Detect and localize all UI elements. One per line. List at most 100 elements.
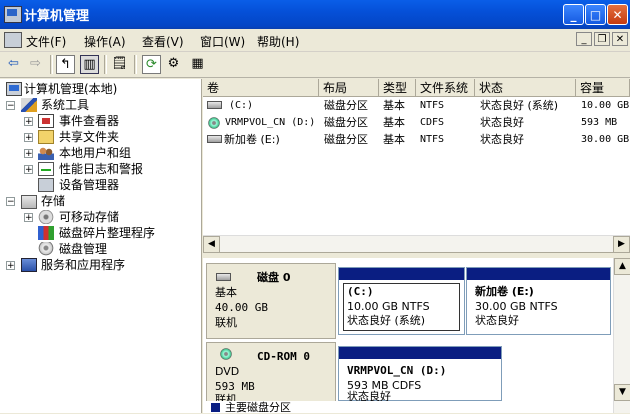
expand-expander[interactable]: + [24,213,33,223]
partition-info: 30.00 GB NTFS [475,300,558,313]
disk-name: 磁盘 0 [257,271,291,284]
volume-status: 状态良好 [480,116,524,129]
partition-color-bar [467,268,610,280]
users-icon [38,146,54,160]
expand-expander[interactable]: + [24,165,33,175]
disk-graphical-view: 磁盘 0 基本 40.00 GB 联机 (C:) 10.00 GB NTFS 状… [203,258,630,413]
refresh-icon[interactable]: ⟳ [142,55,161,74]
tree-item-label: 磁盘管理 [59,242,108,256]
partition-name: VRMPVOL_CN (D:) [347,364,447,377]
shared-folder-icon [38,130,54,144]
vertical-scrollbar[interactable]: ▲ ▼ [613,258,630,413]
disk-kind: 基本 [215,286,237,299]
toolbar-separator [50,55,53,74]
device-manager-icon [38,178,54,192]
partition-d[interactable]: VRMPVOL_CN (D:) 593 MB CDFS 状态良好 [338,346,502,403]
volume-name: VRMPVOL_CN (D:) [225,117,316,128]
partition-e[interactable]: 新加卷 (E:) 30.00 GB NTFS 状态良好 [466,267,611,335]
close-button[interactable]: ✕ [607,4,628,25]
tree-item-label: 本地用户和组 [59,146,132,160]
disk-name: CD-ROM 0 [257,350,310,363]
child-minimize-button[interactable]: _ [576,32,592,46]
scroll-up-icon[interactable]: ▲ [614,258,630,275]
settings-icon[interactable]: ⚙ [164,55,183,74]
tree-item-label: 事件查看器 [59,114,120,128]
tree-item-label: 存储 [41,194,66,208]
disk-state: 联机 [215,316,237,329]
legend-label: 主要磁盘分区 [225,401,291,414]
menu-bar: 文件(F) 操作(A) 查看(V) 窗口(W) 帮助(H) _ ❐ ✕ [0,29,630,52]
volume-filesystem: NTFS [420,100,445,111]
partition-c[interactable]: (C:) 10.00 GB NTFS 状态良好 (系统) [338,267,465,335]
partition-name: (C:) [347,285,374,298]
column-header-type[interactable]: 类型 [379,79,416,97]
expand-expander[interactable]: + [24,133,33,143]
maximize-button[interactable]: □ [585,4,606,25]
hard-drive-icon [207,101,222,109]
expand-expander[interactable]: + [24,117,33,127]
tree-item-label: 系统工具 [41,98,90,112]
disk-size: 40.00 GB [215,301,268,314]
up-level-icon[interactable]: ↰ [56,55,75,74]
minimize-button[interactable]: _ [563,4,584,25]
system-menu-icon[interactable] [4,32,22,48]
volume-status: 状态良好 (系统) [480,99,559,112]
expand-expander[interactable]: + [6,261,15,271]
removable-storage-icon [38,210,54,224]
volume-capacity: 10.00 GB [581,100,630,111]
back-arrow-icon[interactable]: ⇦ [4,55,23,74]
disk-size: 593 MB [215,380,255,393]
tree-item-label: 性能日志和警报 [59,162,144,176]
volume-layout: 磁盘分区 [324,99,368,112]
column-header-status[interactable]: 状态 [475,79,576,97]
show-hide-tree-icon[interactable]: ▥ [80,55,99,74]
disk-0-info[interactable]: 磁盘 0 基本 40.00 GB 联机 [206,263,336,339]
expand-expander[interactable]: + [24,149,33,159]
forward-arrow-icon[interactable]: ⇨ [26,55,45,74]
services-icon [21,258,37,272]
disk-management-icon [38,242,54,256]
tree-item-label: 服务和应用程序 [41,258,126,272]
volume-layout: 磁盘分区 [324,116,368,129]
scroll-right-icon[interactable]: ▶ [613,236,630,253]
horizontal-scrollbar[interactable]: ◀ ▶ [203,235,630,253]
child-close-button[interactable]: ✕ [612,32,628,46]
toolbar-separator [134,55,137,74]
toolbar: ⇦ ⇨ ↰ ▥ 🗒 ⟳ ⚙ ▦ [0,52,630,78]
child-restore-button[interactable]: ❐ [594,32,610,46]
menu-help[interactable]: 帮助(H) [257,33,299,50]
window-title: 计算机管理 [24,9,90,24]
hard-drive-icon [207,135,222,143]
partition-color-bar [339,347,501,359]
menu-window[interactable]: 窗口(W) [200,33,245,50]
title-bar[interactable]: 计算机管理 _ □ ✕ [0,0,630,29]
column-header-capacity[interactable]: 容量 [576,79,630,97]
collapse-expander[interactable]: − [6,101,15,111]
menu-file[interactable]: 文件(F) [26,33,66,50]
computer-management-icon [4,6,22,23]
properties-icon[interactable]: 🗒 [110,55,129,74]
scroll-left-icon[interactable]: ◀ [203,236,220,253]
collapse-expander[interactable]: − [6,197,15,207]
tree-item-label: 磁盘碎片整理程序 [59,226,156,240]
menu-view[interactable]: 查看(V) [142,33,184,50]
volume-capacity: 593 MB [581,117,618,128]
tree-item-label: 可移动存储 [59,210,120,224]
volume-list: 卷 布局 类型 文件系统 状态 容量 (C:) 磁盘分区 基本 NTFS 状态良… [203,79,630,251]
volume-layout: 磁盘分区 [324,133,368,146]
volume-status: 状态良好 [480,133,524,146]
column-header-layout[interactable]: 布局 [319,79,379,97]
column-header-volume[interactable]: 卷 [203,79,319,97]
partition-name: 新加卷 (E:) [475,285,534,298]
cd-drive-icon [207,117,222,130]
export-list-icon[interactable]: ▦ [188,55,207,74]
tools-icon [21,98,37,112]
cd-drive-icon [219,348,234,361]
tree-item-label: 设备管理器 [59,178,120,192]
column-header-filesystem[interactable]: 文件系统 [416,79,475,97]
computer-icon [6,82,22,96]
menu-action[interactable]: 操作(A) [84,33,126,50]
volume-name: (C:) [229,100,254,111]
scroll-down-icon[interactable]: ▼ [614,384,630,401]
console-tree: 计算机管理(本地) − 系统工具 + 事件查看器 + 共享文件夹 + 本地用户和… [0,79,202,413]
